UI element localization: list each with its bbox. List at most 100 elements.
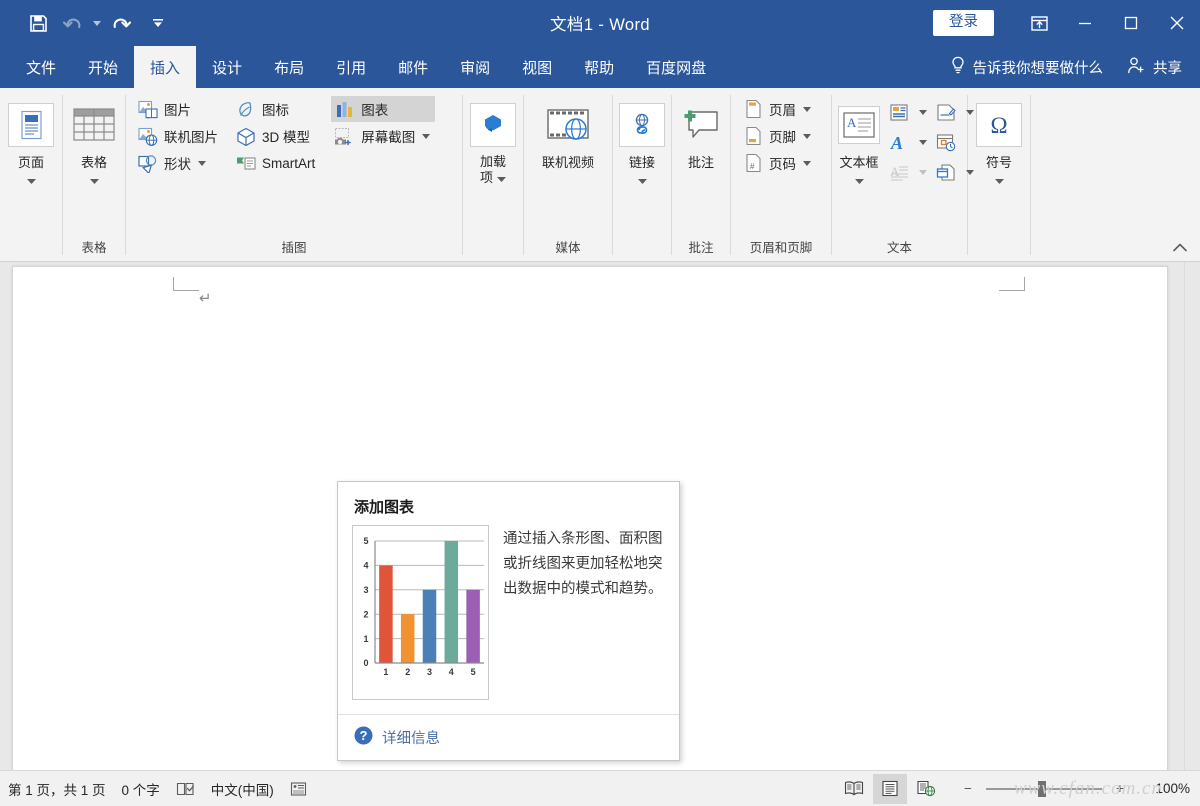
document-area[interactable]: ↵ 添加图表 0 1 2 3 4 5 1 2 3 4 5 通过插入条形图、面积图或折线图来更加轻松… <box>0 262 1200 770</box>
chevron-down-icon[interactable] <box>420 133 431 139</box>
shapes-button[interactable]: 形状 <box>134 150 222 176</box>
date-time-icon[interactable] <box>931 128 961 156</box>
view-read-mode[interactable] <box>837 774 871 804</box>
chevron-down-icon[interactable] <box>26 172 36 187</box>
quick-parts-icon[interactable] <box>884 98 914 126</box>
header-label: 页眉 <box>769 103 796 118</box>
3d-models-button[interactable]: 3D 模型 <box>232 123 319 149</box>
vertical-scrollbar[interactable] <box>1184 262 1200 770</box>
language-indicator[interactable]: 中文(中国) <box>211 779 274 799</box>
pages-button[interactable]: 页面 <box>5 94 57 187</box>
page-number-button[interactable]: # 页码 <box>739 150 816 176</box>
wordart-icon[interactable]: A <box>884 128 914 156</box>
chevron-down-icon[interactable] <box>196 160 207 166</box>
tab-references[interactable]: 引用 <box>320 46 382 88</box>
online-pictures-button[interactable]: 联机图片 <box>134 123 222 149</box>
customize-qat-icon[interactable] <box>147 8 169 38</box>
undo-icon[interactable] <box>56 8 88 38</box>
group-label-comments: 批注 <box>688 241 714 255</box>
table-label: 表格 <box>80 155 107 170</box>
chevron-down-icon[interactable] <box>917 109 928 115</box>
minimize-button[interactable] <box>1062 0 1108 46</box>
chevron-down-icon[interactable] <box>497 170 506 185</box>
chevron-down-icon[interactable] <box>89 172 99 187</box>
icons-button[interactable]: 图标 <box>232 96 319 122</box>
view-web-layout[interactable] <box>909 774 943 804</box>
more-info-link[interactable]: 详细信息 <box>382 727 440 748</box>
chart-button[interactable]: 图表 <box>331 96 436 122</box>
accessibility-icon[interactable] <box>290 781 307 797</box>
zoom-in-button[interactable]: + <box>1111 781 1129 796</box>
share-button[interactable]: 共享 <box>1117 46 1200 88</box>
text-box-button[interactable]: A 文本框 <box>838 94 880 187</box>
svg-text:A: A <box>847 115 857 130</box>
chevron-down-icon[interactable] <box>994 172 1004 187</box>
svg-text:4: 4 <box>449 667 454 677</box>
zoom-slider[interactable] <box>986 780 1102 797</box>
icons-label: 图标 <box>262 103 289 118</box>
comment-button[interactable]: 批注 <box>677 94 725 171</box>
tab-mailings[interactable]: 邮件 <box>382 46 444 88</box>
zoom-slider-thumb[interactable] <box>1038 780 1046 797</box>
tab-insert[interactable]: 插入 <box>134 46 197 88</box>
paragraph-mark: ↵ <box>199 290 212 307</box>
collapse-ribbon-button[interactable] <box>1170 237 1190 257</box>
drop-cap-icon[interactable]: A <box>884 158 914 186</box>
addins-button[interactable]: 加载 项 <box>468 94 518 185</box>
undo-dropdown-icon[interactable] <box>90 8 103 38</box>
signature-icon[interactable] <box>931 98 961 126</box>
proofing-icon[interactable] <box>176 781 195 797</box>
chevron-down-icon[interactable] <box>801 133 812 139</box>
symbol-button[interactable]: Ω 符号 <box>973 94 1025 187</box>
comment-label: 批注 <box>687 155 714 170</box>
tab-help[interactable]: 帮助 <box>568 46 630 88</box>
redo-icon[interactable] <box>105 8 137 38</box>
margin-marker-top-right <box>999 277 1025 291</box>
chart-bar <box>422 589 437 663</box>
tab-home[interactable]: 开始 <box>72 46 134 88</box>
header-button[interactable]: 页眉 <box>739 96 816 122</box>
tab-layout[interactable]: 布局 <box>258 46 320 88</box>
sign-in-button[interactable]: 登录 <box>933 9 994 37</box>
screenshot-button[interactable]: 屏幕截图 <box>331 123 435 149</box>
chevron-down-icon[interactable] <box>801 106 812 112</box>
online-video-button[interactable]: 联机视频 <box>529 94 607 171</box>
ribbon-display-options-icon[interactable] <box>1016 0 1062 46</box>
close-button[interactable] <box>1154 0 1200 46</box>
object-icon[interactable] <box>931 158 961 186</box>
smartart-button[interactable]: SmartArt <box>232 150 319 176</box>
tab-review[interactable]: 审阅 <box>444 46 506 88</box>
save-icon[interactable] <box>22 8 54 38</box>
svg-text:5: 5 <box>363 536 368 546</box>
chevron-down-icon[interactable] <box>854 172 864 187</box>
svg-text:3: 3 <box>363 585 368 595</box>
chevron-down-icon[interactable] <box>637 172 647 187</box>
text-gallery-row-1 <box>884 98 975 126</box>
tell-me-box[interactable]: 告诉我你想要做什么 <box>936 46 1118 88</box>
icons-icon <box>235 98 257 120</box>
tab-strip-right: 告诉我你想要做什么 共享 <box>936 46 1200 88</box>
status-bar-left: 第 1 页，共 1 页 0 个字 中文(中国) <box>0 779 307 799</box>
link-button[interactable]: 链接 <box>618 94 666 187</box>
svg-text:A: A <box>890 133 903 152</box>
tab-file[interactable]: 文件 <box>10 46 72 88</box>
chevron-down-icon[interactable] <box>917 139 928 145</box>
zoom-out-button[interactable]: − <box>959 781 977 796</box>
page-info[interactable]: 第 1 页，共 1 页 <box>8 779 106 799</box>
word-count[interactable]: 0 个字 <box>122 779 160 799</box>
tab-design[interactable]: 设计 <box>196 46 258 88</box>
footer-button[interactable]: 页脚 <box>739 123 816 149</box>
maximize-button[interactable] <box>1108 0 1154 46</box>
pictures-button[interactable]: 图片 <box>134 96 222 122</box>
zoom-level[interactable]: 100% <box>1138 781 1190 796</box>
title-bar: 文档1 - Word 登录 <box>0 0 1200 46</box>
table-button[interactable]: 表格 <box>68 94 120 187</box>
chevron-down-icon[interactable] <box>917 169 928 175</box>
tab-view[interactable]: 视图 <box>506 46 568 88</box>
tab-baidu-netdisk[interactable]: 百度网盘 <box>630 46 722 88</box>
view-print-layout[interactable] <box>873 773 907 804</box>
ribbon-group-media: 联机视频 媒体 <box>524 88 612 262</box>
chevron-down-icon[interactable] <box>801 160 812 166</box>
group-label-header-footer: 页眉和页脚 <box>749 241 813 255</box>
ribbon-tabs: 文件 开始 插入 设计 布局 引用 邮件 审阅 视图 帮助 百度网盘 告诉我你想… <box>0 46 1200 88</box>
